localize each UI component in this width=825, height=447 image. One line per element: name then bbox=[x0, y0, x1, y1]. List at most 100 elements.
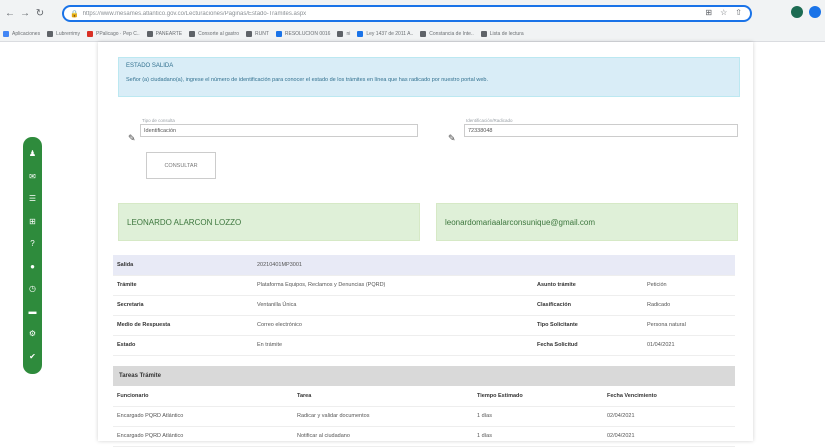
radicado-label: Salida bbox=[113, 255, 253, 276]
table-cell: Plataforma Equipos, Reclamos y Denuncias… bbox=[253, 275, 533, 296]
bookmark-label: PANEARTE bbox=[155, 31, 183, 37]
table-cell: Secretaria bbox=[113, 295, 253, 316]
bookmark-item[interactable]: RESOLUCION 0016 bbox=[275, 31, 331, 37]
table-cell: Correo electrónico bbox=[253, 315, 533, 336]
consult-type-field: Tipo de consulta Identificación bbox=[140, 118, 418, 137]
info-alert: ESTADO SALIDA Señor (a) ciudadano(a), in… bbox=[118, 57, 740, 97]
forward-arrow-icon[interactable]: → bbox=[18, 6, 32, 20]
bookmark-label: Lista de lectura bbox=[489, 31, 524, 37]
table-cell: 01/04/2021 bbox=[643, 335, 735, 356]
bookmark-icon bbox=[189, 31, 196, 37]
bookmarks-bar: Aplicaciones Lubrerrimy PPalicago · Pep C.… bbox=[0, 27, 825, 42]
bookmark-label: Constancia de Inte.. bbox=[429, 31, 474, 37]
consult-button[interactable]: CONSULTAR bbox=[146, 152, 216, 179]
identification-input[interactable]: 72338048 bbox=[464, 124, 738, 137]
bookmark-item[interactable]: PANEARTE bbox=[146, 31, 183, 37]
table-row: Encargado PQRD Atlántico Radicar y valida… bbox=[113, 406, 735, 427]
mail-icon[interactable]: ✉ bbox=[29, 172, 36, 181]
details-table: Salida 20210401MP3001 Trámite Plataforma … bbox=[113, 255, 735, 356]
bookmark-item[interactable]: ni bbox=[337, 31, 350, 37]
table-cell: Asunto trámite bbox=[533, 275, 643, 296]
table-row: Trámite Plataforma Equipos, Reclamos y De… bbox=[113, 275, 735, 296]
table-cell: Notificar al ciudadano bbox=[293, 426, 473, 447]
url-text: https://www.mesames.atlantico.gov.co/Lec… bbox=[82, 10, 307, 17]
info-text: Señor (a) ciudadano(a), ingrese el númer… bbox=[126, 77, 488, 83]
tasks-header: Tareas Trámite bbox=[113, 366, 735, 386]
grid-icon[interactable]: ⊞ bbox=[29, 217, 36, 226]
bookmark-item[interactable]: PPalicago · Pep C.. bbox=[86, 31, 140, 37]
table-row: Salida 20210401MP3001 bbox=[113, 255, 735, 276]
bookmark-icon bbox=[245, 31, 252, 37]
table-cell: Persona natural bbox=[643, 315, 735, 336]
profile-avatar-icon[interactable] bbox=[809, 6, 821, 18]
table-cell: Medio de Respuesta bbox=[113, 315, 253, 336]
bookmark-item[interactable]: Lista de lectura bbox=[480, 31, 524, 37]
table-cell: Ventanilla Única bbox=[253, 295, 533, 316]
translate-icon[interactable]: ⊞ bbox=[705, 8, 712, 17]
bookmark-item[interactable]: Constancia de Inte.. bbox=[420, 31, 474, 37]
consult-type-label: Tipo de consulta bbox=[142, 118, 175, 123]
help-icon[interactable]: ? bbox=[30, 240, 34, 248]
browser-toolbar: ← → ↻ 🔒 https://www.mesames.atlantico.go… bbox=[0, 0, 825, 27]
table-cell: Encargado PQRD Atlántico bbox=[113, 406, 293, 427]
bookmark-item[interactable]: RUNT bbox=[245, 31, 269, 37]
bookmark-item[interactable]: Consorte al gastro bbox=[189, 31, 239, 37]
extension-icon[interactable] bbox=[791, 6, 803, 18]
table-cell: Radicar y validar documentos bbox=[293, 406, 473, 427]
list-icon[interactable]: ☰ bbox=[29, 195, 36, 203]
bookmark-item[interactable]: Ley 1437 de 2011 A.. bbox=[357, 31, 413, 37]
share-icon[interactable]: ⇧ bbox=[735, 8, 742, 17]
location-icon[interactable]: ● bbox=[30, 262, 35, 271]
bookmark-icon bbox=[275, 31, 282, 37]
user-icon[interactable]: ♟ bbox=[29, 150, 36, 158]
table-cell: Radicado bbox=[643, 295, 735, 316]
bookmark-label: ni bbox=[346, 31, 351, 37]
consult-type-value: Identificación bbox=[144, 127, 177, 134]
column-header: Tiempo Estimado bbox=[473, 386, 603, 407]
clock-icon[interactable]: ◷ bbox=[29, 285, 36, 293]
bookmark-label: Ley 1437 de 2011 A.. bbox=[366, 31, 414, 37]
bookmark-label: Aplicaciones bbox=[12, 31, 41, 37]
consult-type-select[interactable]: Identificación bbox=[140, 124, 418, 137]
bookmark-label: RESOLUCION 0016 bbox=[284, 31, 331, 37]
address-bar[interactable]: 🔒 https://www.mesames.atlantico.gov.co/L… bbox=[62, 5, 752, 22]
lock-icon: 🔒 bbox=[70, 10, 79, 18]
bookmark-icon bbox=[420, 31, 427, 37]
bookmark-label: Consorte al gastro bbox=[198, 31, 239, 37]
bookmark-icon bbox=[357, 31, 364, 37]
citizen-email-box: leonardomariaalarconsunique@gmail.com bbox=[436, 203, 738, 241]
table-cell: Clasificación bbox=[533, 295, 643, 316]
column-header: Fecha Vencimiento bbox=[603, 386, 735, 407]
bookmark-icon bbox=[3, 31, 9, 37]
table-row: Medio de Respuesta Correo electrónico Tipo… bbox=[113, 315, 735, 336]
identification-value: 72338048 bbox=[468, 127, 493, 134]
column-header: Funcionario bbox=[113, 386, 293, 407]
bookmark-label: RUNT bbox=[254, 31, 269, 37]
tasks-table: Funcionario Tarea Tiempo Estimado Fecha Ven… bbox=[113, 386, 735, 447]
table-cell: Estado bbox=[113, 335, 253, 356]
back-arrow-icon[interactable]: ← bbox=[3, 6, 17, 20]
table-cell: Fecha Solicitud bbox=[533, 335, 643, 356]
table-header-row: Funcionario Tarea Tiempo Estimado Fecha Ven… bbox=[113, 386, 735, 407]
bookmark-icon bbox=[146, 31, 153, 37]
table-cell: 1 días bbox=[473, 406, 603, 427]
radicado-value: 20210401MP3001 bbox=[253, 255, 735, 276]
table-cell: 02/04/2021 bbox=[603, 426, 735, 447]
bookmark-icon bbox=[86, 31, 93, 37]
chat-icon[interactable]: ▬ bbox=[29, 307, 37, 316]
bookmark-item[interactable]: Aplicaciones bbox=[3, 31, 40, 37]
table-cell: Trámite bbox=[113, 275, 253, 296]
bookmark-item[interactable]: Lubrerrimy bbox=[47, 31, 80, 37]
table-cell: Tipo Solicitante bbox=[533, 315, 643, 336]
check-icon[interactable]: ✔ bbox=[29, 352, 36, 361]
star-icon[interactable]: ☆ bbox=[720, 8, 727, 17]
bookmark-label: Lubrerrimy bbox=[56, 31, 80, 37]
pencil-icon: ✎ bbox=[128, 133, 136, 143]
identification-field: Identificación/Radicado 72338048 bbox=[464, 118, 738, 137]
settings-icon[interactable]: ⚙ bbox=[29, 330, 36, 338]
bookmark-icon bbox=[47, 31, 54, 37]
bookmark-label: PPalicago · Pep C.. bbox=[95, 31, 140, 37]
table-row: Estado En trámite Fecha Solicitud 01/04/202… bbox=[113, 335, 735, 356]
reload-icon[interactable]: ↻ bbox=[33, 6, 47, 20]
info-title: ESTADO SALIDA bbox=[126, 63, 174, 69]
